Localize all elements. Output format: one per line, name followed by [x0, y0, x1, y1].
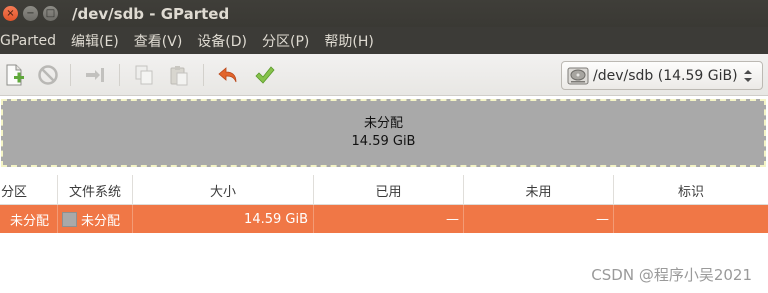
column-header-flags[interactable]: 标识 [614, 175, 768, 205]
menu-device[interactable]: 设备(D) [197, 31, 256, 51]
menu-gparted[interactable]: GParted [0, 33, 65, 49]
toolbar-separator [203, 64, 204, 86]
apply-icon [255, 66, 275, 84]
cell-filesystem: 未分配 [58, 205, 133, 233]
toolbar: /dev/sdb (14.59 GiB) [0, 54, 768, 96]
column-header-filesystem[interactable]: 文件系统 [58, 175, 133, 205]
window-title: /dev/sdb - GParted [72, 4, 230, 23]
cell-flags [614, 205, 768, 233]
menu-bar: GParted 编辑(E) 查看(V) 设备(D) 分区(P) 帮助(H) [0, 27, 768, 54]
resize-move-icon [86, 68, 104, 82]
updown-arrow-icon [744, 70, 752, 82]
device-label: /dev/sdb (14.59 GiB) [593, 67, 738, 84]
column-header-size[interactable]: 大小 [133, 175, 314, 205]
copy-icon [135, 65, 153, 85]
toolbar-separator [119, 64, 120, 86]
toolbar-separator [70, 64, 71, 86]
filesystem-color-swatch [62, 211, 77, 227]
close-button[interactable]: × [3, 6, 18, 21]
paste-icon [170, 66, 188, 86]
cell-unused: — [464, 205, 614, 233]
hard-drive-icon [567, 67, 589, 84]
resize-move-button[interactable] [83, 63, 107, 87]
cell-partition: 未分配 [0, 205, 58, 233]
column-header-unused[interactable]: 未用 [464, 175, 614, 205]
undo-button[interactable] [216, 63, 240, 87]
menu-edit[interactable]: 编辑(E) [71, 31, 128, 51]
column-header-used[interactable]: 已用 [314, 175, 464, 205]
cell-size: 14.59 GiB [133, 205, 314, 233]
unallocated-size: 14.59 GiB [351, 134, 416, 149]
cell-used: — [314, 205, 464, 233]
close-icon: × [6, 7, 15, 19]
new-partition-button[interactable] [2, 63, 26, 87]
table-row[interactable]: 未分配 未分配 14.59 GiB — — [0, 205, 768, 233]
maximize-icon: □ [45, 7, 56, 19]
filesystem-label: 未分配 [81, 213, 121, 229]
delete-icon [38, 65, 58, 85]
maximize-button[interactable]: □ [43, 6, 58, 21]
menu-view[interactable]: 查看(V) [134, 31, 192, 51]
minimize-icon: − [26, 7, 35, 19]
undo-icon [218, 67, 237, 83]
paste-button[interactable] [167, 63, 191, 87]
disk-graphic: 未分配 14.59 GiB [0, 97, 768, 170]
apply-button[interactable] [252, 63, 276, 87]
unallocated-block[interactable]: 未分配 14.59 GiB [1, 99, 766, 167]
menu-partition[interactable]: 分区(P) [262, 31, 318, 51]
menu-help[interactable]: 帮助(H) [324, 31, 382, 51]
device-selector[interactable]: /dev/sdb (14.59 GiB) [561, 61, 763, 90]
title-bar: × − □ /dev/sdb - GParted [0, 0, 768, 27]
minimize-button[interactable]: − [23, 6, 38, 21]
delete-button[interactable] [36, 63, 60, 87]
new-partition-icon [6, 64, 24, 86]
watermark: CSDN @程序小吴2021 [591, 266, 752, 284]
partition-table-header: 分区 文件系统 大小 已用 未用 标识 [0, 175, 768, 205]
copy-button[interactable] [132, 63, 156, 87]
column-header-partition[interactable]: 分区 [0, 175, 58, 205]
unallocated-label: 未分配 [363, 116, 403, 131]
